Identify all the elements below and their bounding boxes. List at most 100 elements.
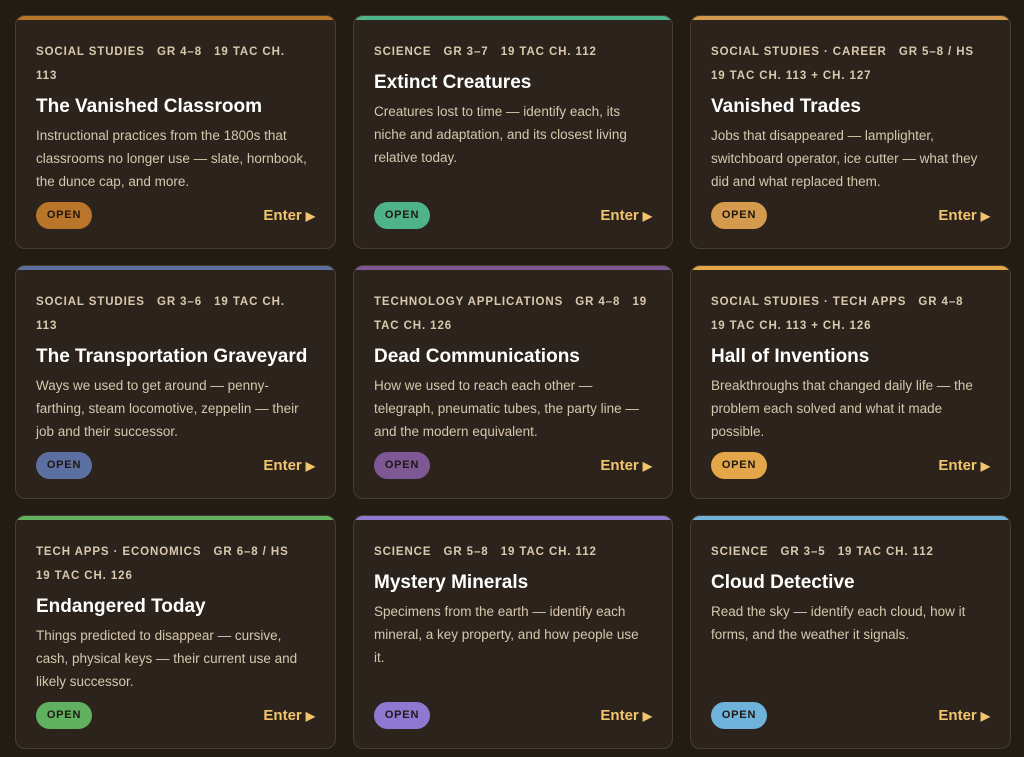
enter-label: Enter	[938, 457, 977, 474]
subject-tag: TECH APPS · ECONOMICS	[36, 546, 202, 558]
card-footer: OPEN Enter ▶	[36, 452, 315, 480]
subject-tag: TECHNOLOGY APPLICATIONS	[374, 296, 564, 308]
enter-label: Enter	[600, 207, 639, 224]
play-arrow-icon: ▶	[642, 459, 652, 473]
card-description: Instructional practices from the 1800s t…	[36, 128, 307, 189]
module-card[interactable]: SOCIAL STUDIES · TECH APPS GR 4–8 19 TAC…	[690, 265, 1011, 499]
status-badge: OPEN	[374, 202, 430, 229]
card-title: Vanished Trades	[711, 96, 861, 117]
module-card[interactable]: SOCIAL STUDIES GR 3–6 19 TAC CH. 113 The…	[15, 265, 336, 499]
status-badge: OPEN	[36, 452, 92, 479]
enter-button[interactable]: Enter ▶	[263, 455, 315, 477]
subject-tag: SOCIAL STUDIES	[36, 46, 145, 58]
play-arrow-icon: ▶	[305, 209, 315, 223]
enter-label: Enter	[263, 707, 302, 724]
enter-button[interactable]: Enter ▶	[600, 205, 652, 227]
subject-tag: SCIENCE	[374, 46, 432, 58]
card-tags: SCIENCE GR 5–8 19 TAC CH. 112	[374, 540, 652, 564]
enter-button[interactable]: Enter ▶	[600, 455, 652, 477]
card-title: Hall of Inventions	[711, 346, 870, 367]
card-footer: OPEN Enter ▶	[374, 452, 652, 480]
enter-button[interactable]: Enter ▶	[938, 455, 990, 477]
enter-label: Enter	[600, 707, 639, 724]
enter-label: Enter	[263, 457, 302, 474]
grade-tag: GR 6–8 / HS	[213, 546, 289, 558]
card-accent-bar	[691, 16, 1010, 20]
card-accent-bar	[16, 266, 335, 270]
card-tags: SOCIAL STUDIES · CAREER GR 5–8 / HS 19 T…	[711, 40, 990, 88]
card-accent-bar	[16, 16, 335, 20]
card-accent-bar	[691, 516, 1010, 520]
standard-tag: 19 TAC CH. 112	[500, 46, 597, 58]
enter-label: Enter	[600, 457, 639, 474]
grade-tag: GR 4–8	[156, 46, 203, 58]
card-accent-bar	[354, 266, 672, 270]
card-description: Ways we used to get around — penny-farth…	[36, 378, 299, 439]
grade-tag: GR 3–5	[780, 546, 826, 558]
status-badge: OPEN	[374, 702, 430, 729]
card-tags: TECH APPS · ECONOMICS GR 6–8 / HS 19 TAC…	[36, 540, 315, 588]
status-badge: OPEN	[711, 702, 767, 729]
standard-tag: 19 TAC CH. 112	[500, 546, 597, 558]
card-title: Dead Communications	[374, 346, 580, 367]
card-accent-bar	[16, 516, 335, 520]
card-tags: SCIENCE GR 3–7 19 TAC CH. 112	[374, 40, 652, 64]
card-title: Mystery Minerals	[374, 572, 529, 593]
play-arrow-icon: ▶	[305, 459, 315, 473]
card-accent-bar	[354, 16, 672, 20]
enter-button[interactable]: Enter ▶	[263, 205, 315, 227]
card-tags: SOCIAL STUDIES GR 4–8 19 TAC CH. 113	[36, 40, 315, 88]
card-footer: OPEN Enter ▶	[36, 202, 315, 230]
grade-tag: GR 5–8 / HS	[898, 46, 974, 58]
play-arrow-icon: ▶	[642, 209, 652, 223]
play-arrow-icon: ▶	[305, 709, 315, 723]
status-badge: OPEN	[36, 202, 92, 229]
module-card[interactable]: SCIENCE GR 3–7 19 TAC CH. 112 Extinct Cr…	[353, 15, 673, 249]
card-description: Breakthroughs that changed daily life — …	[711, 378, 973, 439]
play-arrow-icon: ▶	[980, 209, 990, 223]
card-footer: OPEN Enter ▶	[36, 702, 315, 730]
card-accent-bar	[691, 266, 1010, 270]
grade-tag: GR 5–8	[443, 546, 489, 558]
status-badge: OPEN	[374, 452, 430, 479]
card-description: Read the sky — identify each cloud, how …	[711, 604, 966, 642]
enter-button[interactable]: Enter ▶	[263, 705, 315, 727]
card-title: The Transportation Graveyard	[36, 346, 308, 367]
module-card[interactable]: SOCIAL STUDIES GR 4–8 19 TAC CH. 113 The…	[15, 15, 336, 249]
subject-tag: SCIENCE	[711, 546, 769, 558]
grade-tag: GR 3–7	[443, 46, 489, 58]
play-arrow-icon: ▶	[980, 459, 990, 473]
enter-button[interactable]: Enter ▶	[938, 705, 990, 727]
enter-button[interactable]: Enter ▶	[600, 705, 652, 727]
card-title: Cloud Detective	[711, 572, 855, 593]
subject-tag: SOCIAL STUDIES · CAREER	[711, 46, 887, 58]
grade-tag: GR 4–8	[575, 296, 621, 308]
enter-label: Enter	[938, 207, 977, 224]
card-description: How we used to reach each other — telegr…	[374, 378, 639, 439]
standard-tag: 19 TAC CH. 126	[36, 570, 133, 582]
card-title: Endangered Today	[36, 596, 206, 617]
card-description: Creatures lost to time — identify each, …	[374, 104, 627, 165]
card-tags: SOCIAL STUDIES · TECH APPS GR 4–8 19 TAC…	[711, 290, 990, 338]
card-tags: SCIENCE GR 3–5 19 TAC CH. 112	[711, 540, 990, 564]
status-badge: OPEN	[36, 702, 92, 729]
card-footer: OPEN Enter ▶	[711, 452, 990, 480]
status-badge: OPEN	[711, 202, 767, 229]
card-tags: TECHNOLOGY APPLICATIONS GR 4–8 19 TAC CH…	[374, 290, 652, 338]
card-footer: OPEN Enter ▶	[711, 202, 990, 230]
subject-tag: SOCIAL STUDIES	[36, 296, 145, 308]
enter-button[interactable]: Enter ▶	[938, 205, 990, 227]
status-badge: OPEN	[711, 452, 767, 479]
module-card[interactable]: SCIENCE GR 5–8 19 TAC CH. 112 Mystery Mi…	[353, 515, 673, 749]
card-title: The Vanished Classroom	[36, 96, 262, 117]
card-footer: OPEN Enter ▶	[711, 702, 990, 730]
subject-tag: SOCIAL STUDIES · TECH APPS	[711, 296, 907, 308]
card-accent-bar	[354, 516, 672, 520]
module-card[interactable]: SOCIAL STUDIES · CAREER GR 5–8 / HS 19 T…	[690, 15, 1011, 249]
play-arrow-icon: ▶	[642, 709, 652, 723]
card-description: Jobs that disappeared — lamplighter, swi…	[711, 128, 978, 189]
enter-label: Enter	[938, 707, 977, 724]
module-card[interactable]: SCIENCE GR 3–5 19 TAC CH. 112 Cloud Dete…	[690, 515, 1011, 749]
module-card[interactable]: TECH APPS · ECONOMICS GR 6–8 / HS 19 TAC…	[15, 515, 336, 749]
module-card[interactable]: TECHNOLOGY APPLICATIONS GR 4–8 19 TAC CH…	[353, 265, 673, 499]
